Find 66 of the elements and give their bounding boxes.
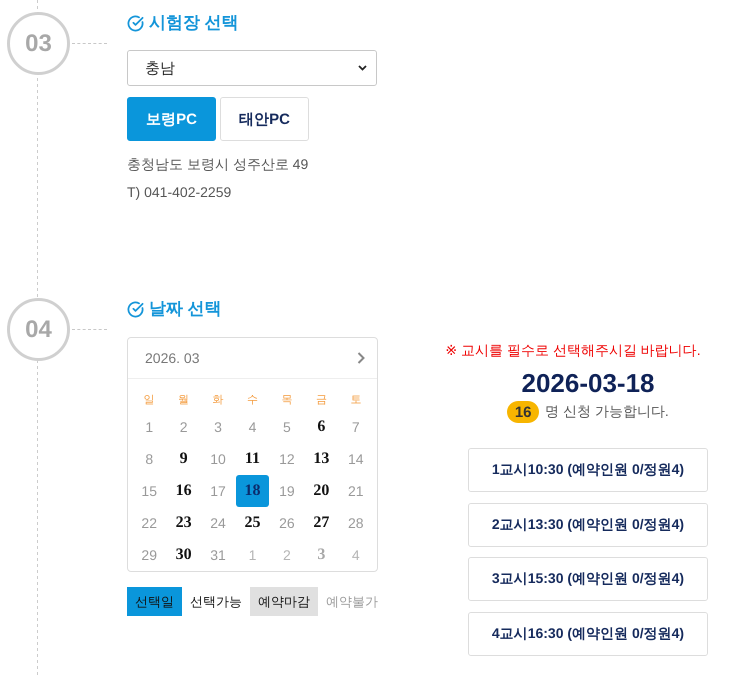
time-slot-button[interactable]: 3교시15:30 (예약인원 0/정원4) bbox=[468, 557, 708, 601]
calendar-day: 15 bbox=[132, 475, 166, 507]
calendar-day: 22 bbox=[132, 507, 166, 539]
legend-item: 선택가능 bbox=[189, 592, 243, 610]
calendar-day: 4 bbox=[236, 411, 270, 443]
check-circle-icon bbox=[127, 14, 144, 32]
time-slot-button[interactable]: 1교시10:30 (예약인원 0/정원4) bbox=[468, 448, 708, 492]
calendar-day: 21 bbox=[339, 475, 372, 507]
section-title: 시험장 선택 bbox=[149, 12, 239, 34]
time-slot-button[interactable]: 4교시16:30 (예약인원 0/정원4) bbox=[468, 612, 708, 656]
calendar-day: 14 bbox=[339, 443, 372, 475]
calendar-day: 8 bbox=[132, 443, 166, 475]
calendar-day: 7 bbox=[339, 411, 372, 443]
weekday-label: 일 bbox=[142, 392, 156, 408]
time-slot-button[interactable]: 2교시13:30 (예약인원 0/정원4) bbox=[468, 502, 708, 546]
calendar-day: 24 bbox=[201, 507, 235, 539]
calendar-day[interactable]: 16 bbox=[166, 475, 200, 507]
calendar-day: 2 bbox=[166, 411, 200, 443]
calendar-day[interactable]: 9 bbox=[166, 443, 200, 475]
weekday-label: 목 bbox=[280, 392, 294, 408]
calendar-day: 17 bbox=[201, 475, 235, 507]
section-title: 날짜 선택 bbox=[149, 298, 222, 320]
notice-text: ※ 교시를 필수로 선택해주시길 바랍니다. bbox=[445, 341, 701, 360]
calendar-day: 29 bbox=[132, 539, 166, 571]
availability-text: 명 신청 가능합니다. bbox=[545, 403, 669, 421]
calendar-day: 1 bbox=[236, 539, 270, 571]
calendar-day: 26 bbox=[270, 507, 304, 539]
calendar-day: 31 bbox=[201, 539, 235, 571]
calendar-day: 19 bbox=[270, 475, 304, 507]
chevron-down-icon bbox=[358, 65, 367, 71]
weekday-label: 월 bbox=[177, 392, 190, 408]
count-badge: 16 bbox=[507, 401, 540, 423]
calendar-day: 2 bbox=[270, 539, 304, 571]
chevron-right-icon[interactable] bbox=[357, 352, 365, 364]
region-select[interactable]: 충남 bbox=[127, 50, 377, 86]
weekday-label: 금 bbox=[314, 392, 328, 408]
calendar-day: 3 bbox=[201, 411, 235, 443]
calendar-day: 1 bbox=[132, 411, 166, 443]
calendar-day[interactable]: 18 bbox=[236, 475, 270, 507]
weekday-label: 화 bbox=[212, 392, 225, 408]
calendar-day[interactable]: 25 bbox=[236, 507, 270, 539]
branch-button[interactable]: 태안PC bbox=[220, 97, 309, 141]
calendar-day: 4 bbox=[339, 539, 372, 571]
calendar-day[interactable]: 20 bbox=[304, 475, 338, 507]
calendar-day[interactable]: 27 bbox=[304, 507, 338, 539]
calendar-day[interactable]: 11 bbox=[236, 443, 270, 475]
weekday-label: 토 bbox=[349, 392, 362, 408]
weekday-label: 수 bbox=[246, 392, 259, 408]
calendar-day[interactable]: 6 bbox=[304, 411, 338, 443]
calendar-day: 12 bbox=[270, 443, 304, 475]
selected-date: 2026-03-18 bbox=[522, 368, 654, 398]
calendar-month: 2026. 03 bbox=[145, 350, 200, 366]
step-number: 03 bbox=[7, 12, 70, 75]
calendar-day: 5 bbox=[270, 411, 304, 443]
calendar-day[interactable]: 30 bbox=[166, 539, 200, 571]
step-number: 04 bbox=[7, 298, 70, 361]
legend-item: 선택일 bbox=[127, 587, 182, 616]
calendar-day: 10 bbox=[201, 443, 235, 475]
legend-item: 예약마감 bbox=[250, 587, 318, 616]
calendar-day[interactable]: 13 bbox=[304, 443, 338, 475]
legend-item: 예약불가 bbox=[325, 592, 379, 610]
phone-text: T) 041-402-2259 bbox=[127, 183, 232, 202]
check-circle-icon bbox=[127, 300, 144, 318]
address-text: 충청남도 보령시 성주산로 49 bbox=[127, 155, 308, 174]
calendar-day[interactable]: 23 bbox=[166, 507, 200, 539]
calendar-day: 28 bbox=[339, 507, 372, 539]
